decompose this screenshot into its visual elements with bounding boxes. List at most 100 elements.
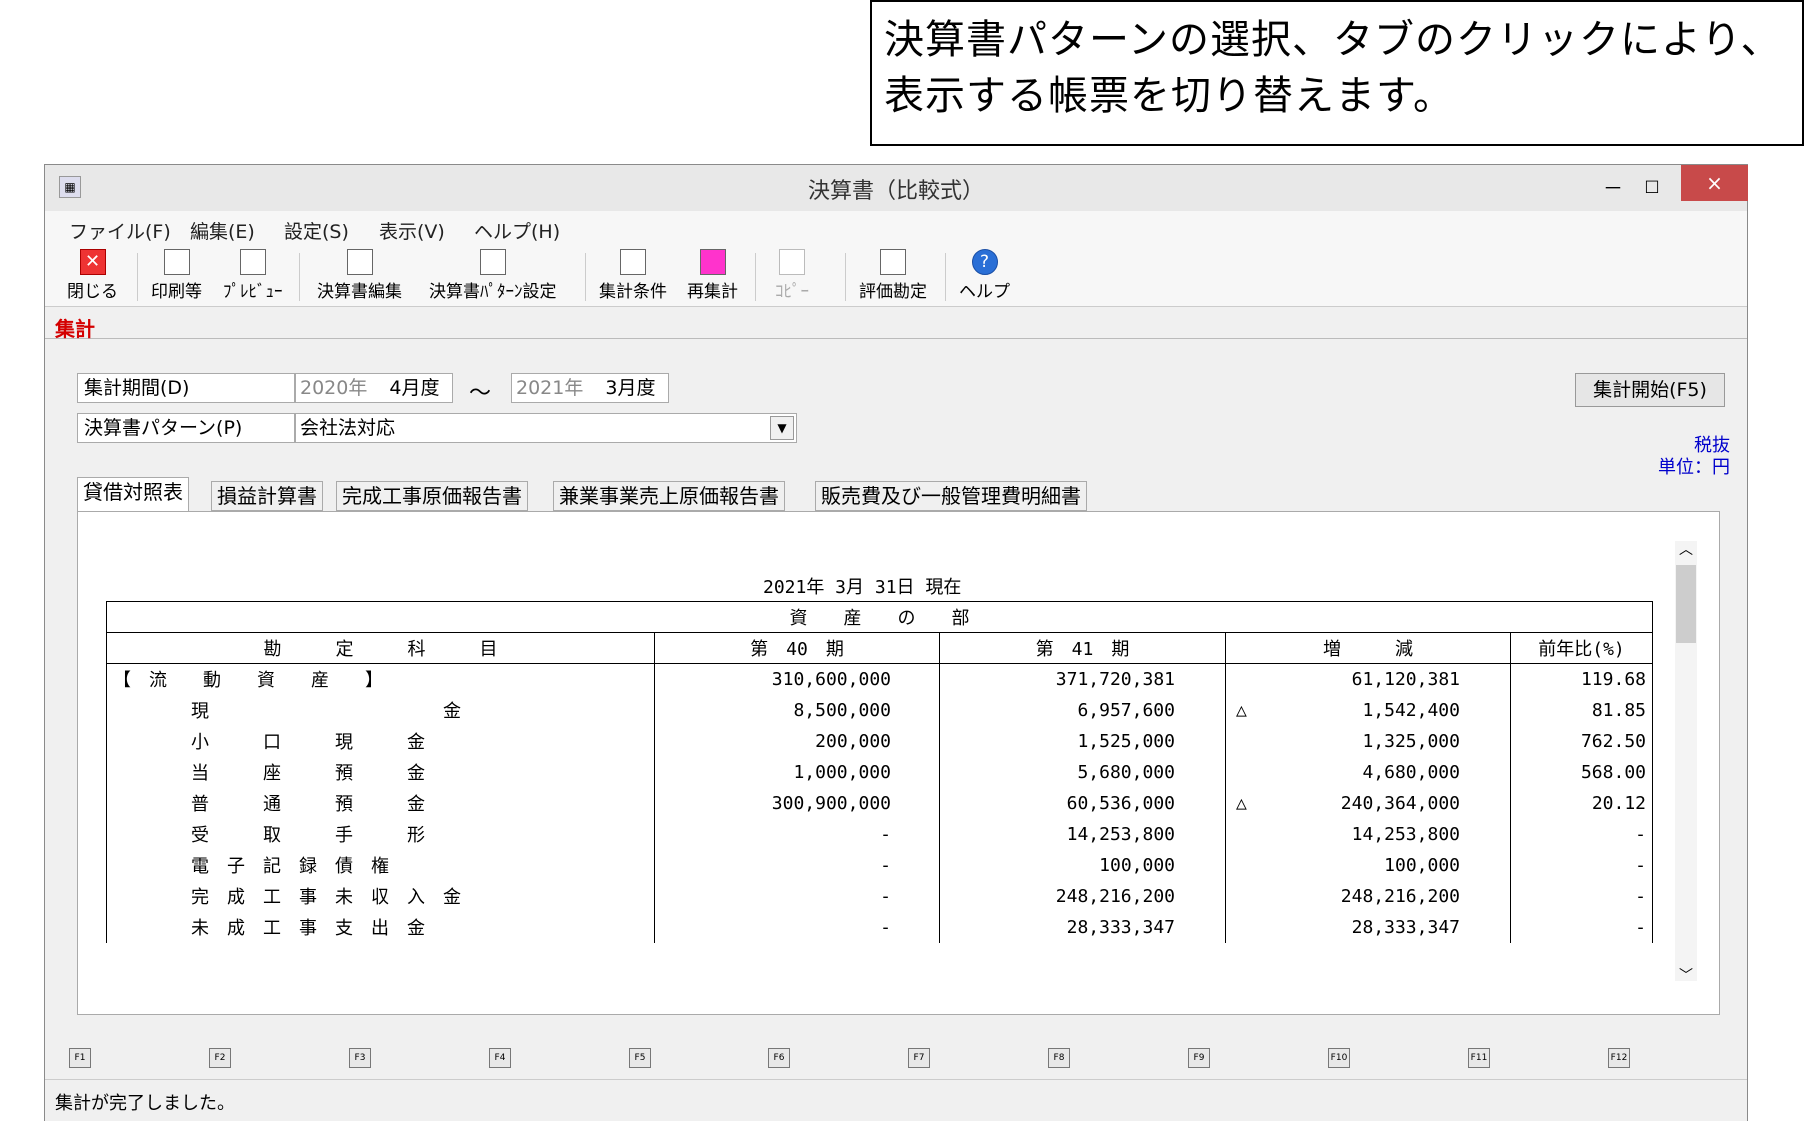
close-tool-label: 閉じる [67, 282, 118, 302]
conditions-label: 集計条件 [599, 282, 667, 302]
toolbar-separator [755, 253, 756, 301]
diff-amount: 28,333,347 [1351, 916, 1460, 938]
period-40-value: - [654, 880, 940, 912]
maximize-button[interactable]: □ [1637, 171, 1667, 201]
menu-view[interactable]: 表示(V) [379, 217, 445, 244]
preview-button[interactable]: ﾌﾟﾚﾋﾞｭｰ [223, 249, 283, 302]
scroll-thumb[interactable] [1676, 565, 1696, 643]
close-window-button[interactable]: × [1681, 165, 1748, 201]
menu-bar: ファイル(F) 編集(E) 設定(S) 表示(V) ヘルプ(H) [45, 211, 1747, 245]
function-key-f12[interactable]: F12 [1608, 1048, 1630, 1068]
account-name: 普 通 預 金 [106, 787, 655, 819]
account-name: 未 成 工 事 支 出 金 [106, 911, 655, 943]
toolbar-separator [299, 253, 300, 301]
period-41-value: 248,216,200 [939, 880, 1226, 912]
ratio-value: - [1510, 818, 1653, 850]
ratio-value: 81.85 [1510, 694, 1653, 726]
account-name: 現 金 [106, 694, 655, 726]
table-row: 小 口 現 金 200,000 1,525,000 1,325,000 762.50 [106, 725, 1653, 757]
period-41-value: 100,000 [939, 849, 1226, 881]
decrease-triangle: △ [1236, 699, 1247, 721]
menu-edit[interactable]: 編集(E) [190, 217, 255, 244]
period-from-field[interactable]: 2020年 4月度 [295, 373, 453, 403]
start-aggregate-button[interactable]: 集計開始(F5) [1575, 373, 1725, 407]
function-key-f6[interactable]: F6 [768, 1048, 790, 1068]
tab-income-statement[interactable]: 損益計算書 [211, 481, 323, 511]
tab-balance-sheet[interactable]: 貸借対照表 [77, 477, 189, 512]
diff-value: 4,680,000 [1225, 756, 1511, 788]
statement-edit-button[interactable]: 決算書編集 [317, 249, 402, 302]
toolbar-separator [137, 253, 138, 301]
account-name: 電 子 記 録 債 権 [106, 849, 655, 881]
window-title: 決算書（比較式） [807, 179, 984, 204]
period-41-value: 60,536,000 [939, 787, 1226, 819]
col-header-period-40: 第 40 期 [654, 632, 940, 664]
close-icon: ✕ [79, 249, 106, 275]
account-name: 当 座 預 金 [106, 756, 655, 788]
main-tab-row [45, 307, 1747, 339]
section-header: 資 産 の 部 [106, 601, 1653, 633]
tab-side-business-cost[interactable]: 兼業事業売上原価報告書 [553, 481, 785, 511]
diff-amount: 14,253,800 [1351, 823, 1460, 845]
period-label: 集計期間(D) [77, 373, 295, 403]
menu-file[interactable]: ファイル(F) [69, 217, 171, 244]
diff-amount: 1,325,000 [1362, 730, 1460, 752]
col-header-period-41: 第 41 期 [939, 632, 1226, 664]
period-41-value: 5,680,000 [939, 756, 1226, 788]
function-key-f3[interactable]: F3 [349, 1048, 371, 1068]
period-41-value: 6,957,600 [939, 694, 1226, 726]
table-row: 電 子 記 録 債 権 -100,000 100,000- [106, 849, 1653, 881]
period-41-value: 1,525,000 [939, 725, 1226, 757]
copy-button[interactable]: ｺﾋﾟｰ [775, 249, 809, 302]
function-key-f7[interactable]: F7 [908, 1048, 930, 1068]
function-key-f1[interactable]: F1 [69, 1048, 91, 1068]
recalc-button[interactable]: 再集計 [687, 249, 738, 302]
status-bar [45, 1079, 1747, 1121]
close-tool-button[interactable]: ✕ 閉じる [67, 249, 118, 302]
pattern-setting-button[interactable]: 決算書ﾊﾟﾀｰﾝ設定 [429, 249, 557, 302]
callout-box: 決算書パターンの選択、タブのクリックにより、 表示する帳票を切り替えます。 [870, 0, 1804, 146]
chevron-down-icon[interactable]: ﹀ [1675, 965, 1697, 985]
function-key-f8[interactable]: F8 [1048, 1048, 1070, 1068]
function-key-f2[interactable]: F2 [209, 1048, 231, 1068]
copy-icon [779, 249, 805, 275]
pattern-select[interactable]: 会社法対応 ▼ [295, 413, 797, 443]
evaluation-label: 評価勘定 [859, 282, 927, 302]
diff-value: 248,216,200 [1225, 880, 1511, 912]
status-text: 集計が完了しました。 [55, 1093, 235, 1114]
col-header-ratio: 前年比(%) [1510, 632, 1653, 664]
table-row: 当 座 預 金 1,000,000 5,680,000 4,680,000 568.00 [106, 756, 1653, 788]
function-key-f10[interactable]: F10 [1328, 1048, 1350, 1068]
printer-icon [163, 249, 190, 275]
period-to-year: 2021年 [516, 377, 584, 399]
tab-construction-cost[interactable]: 完成工事原価報告書 [336, 481, 528, 511]
chevron-down-icon[interactable]: ▼ [770, 416, 794, 440]
chevron-up-icon[interactable]: ︿ [1675, 539, 1697, 559]
evaluation-button[interactable]: 評価勘定 [859, 249, 927, 302]
diff-value: 28,333,347 [1225, 911, 1511, 943]
minimize-button[interactable]: － [1598, 173, 1628, 203]
period-to-field[interactable]: 2021年 3月度 [511, 373, 669, 403]
report-date: 2021年 3月 31日 現在 [763, 577, 962, 598]
function-key-f4[interactable]: F4 [489, 1048, 511, 1068]
col-header-account: 勘 定 科 目 [106, 632, 655, 664]
menu-help[interactable]: ヘルプ(H) [474, 217, 560, 244]
period-41-value: 28,333,347 [939, 911, 1226, 943]
title-bar: ▦ 決算書（比較式） － □ × [45, 165, 1748, 211]
period-from-year: 2020年 [300, 377, 368, 399]
diff-amount: 100,000 [1384, 854, 1460, 876]
help-button[interactable]: ? ヘルプ [959, 249, 1010, 302]
tab-total[interactable]: 集計 [55, 313, 95, 342]
table-row: 【 流 動 資 産 】 310,600,000 371,720,381 61,120,… [106, 663, 1653, 695]
function-key-f5[interactable]: F5 [629, 1048, 651, 1068]
magnifier-icon [239, 249, 266, 275]
tab-sga-details[interactable]: 販売費及び一般管理費明細書 [815, 481, 1087, 511]
print-button[interactable]: 印刷等 [151, 249, 202, 302]
conditions-button[interactable]: 集計条件 [599, 249, 667, 302]
function-key-f9[interactable]: F9 [1188, 1048, 1210, 1068]
toolbar-separator [945, 253, 946, 301]
unit-indicator: 単位：円 [1658, 457, 1730, 478]
period-40-value: 310,600,000 [654, 663, 940, 695]
menu-settings[interactable]: 設定(S) [284, 217, 349, 244]
function-key-f11[interactable]: F11 [1468, 1048, 1490, 1068]
